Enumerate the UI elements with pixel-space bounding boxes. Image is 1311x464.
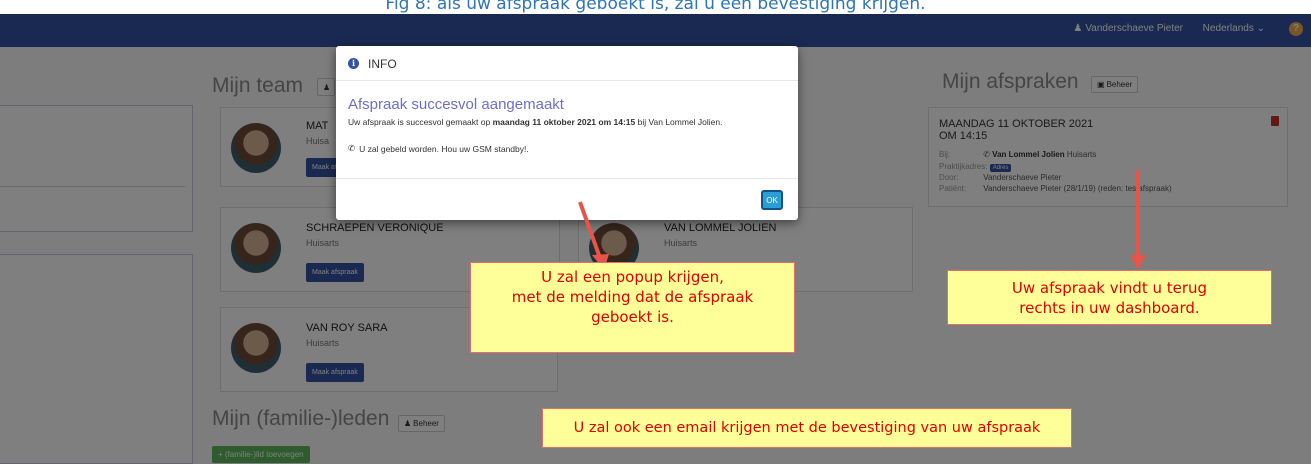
- email-callout: U zal ook een email krijgen met de beves…: [542, 408, 1072, 448]
- dashboard-callout-line2: rechts in uw dashboard.: [1019, 299, 1200, 317]
- annotation-arrows: [578, 170, 1146, 270]
- popup-callout: U zal een popup krijgen, met de melding …: [470, 262, 795, 353]
- arrow-to-modal: [578, 201, 609, 270]
- arrow-to-appointment: [1130, 170, 1146, 270]
- dashboard-callout: Uw afspraak vindt u terug rechts in uw d…: [947, 270, 1272, 325]
- dashboard-callout-line1: Uw afspraak vindt u terug: [1011, 279, 1208, 297]
- popup-callout-line3: geboekt is.: [591, 308, 674, 326]
- popup-callout-line1: U zal een popup krijgen,: [541, 268, 724, 286]
- screenshot-page: Fig 8: als uw afspraak geboekt is, zal u…: [0, 0, 1311, 464]
- popup-callout-line2: met de melding dat de afspraak: [511, 288, 754, 306]
